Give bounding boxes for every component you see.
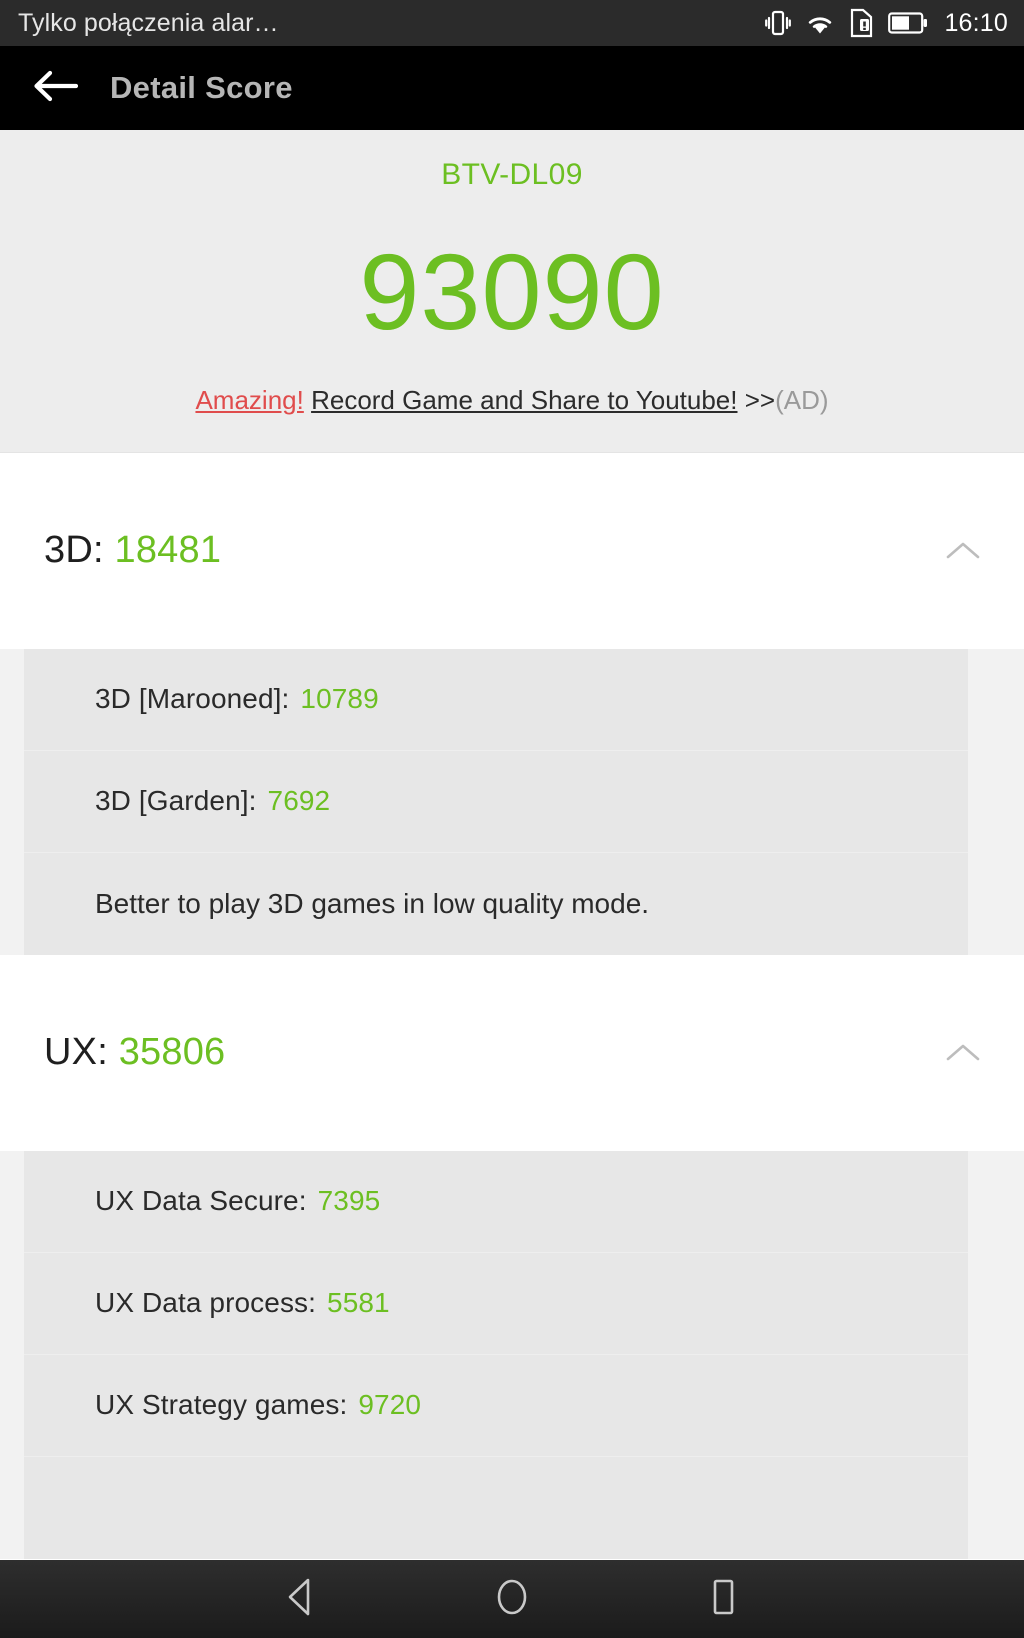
section-title-3d: 3D: 18481	[44, 529, 221, 572]
section-title-ux: UX: 35806	[44, 1031, 225, 1074]
item-value: 7395	[317, 1185, 381, 1217]
device-model-label: BTV-DL09	[441, 158, 583, 191]
section-header-ux[interactable]: UX: 35806	[0, 954, 1024, 1151]
status-bar: Tylko połączenia alar… 16:10	[0, 0, 1024, 46]
back-arrow-icon	[32, 66, 79, 111]
list-item[interactable]: UX Strategy games: 9720	[24, 1354, 968, 1457]
nav-home-icon	[492, 1575, 532, 1624]
section-header-3d[interactable]: 3D: 18481	[0, 452, 1024, 649]
section-note-3d: Better to play 3D games in low quality m…	[24, 852, 968, 955]
chevron-up-icon-ux[interactable]	[940, 1030, 986, 1076]
item-label: UX Data process:	[95, 1287, 317, 1319]
action-bar: Detail Score	[0, 46, 1024, 130]
battery-icon	[888, 11, 928, 35]
vibrate-icon	[765, 8, 792, 38]
item-value: 7692	[267, 785, 331, 817]
section-items-ux: UX Data Secure: 7395 UX Data process: 55…	[0, 1150, 1024, 1559]
ad-arrows: >>	[744, 384, 776, 415]
list-item[interactable]: UX Data Secure: 7395	[24, 1150, 968, 1253]
item-label: UX Strategy games:	[95, 1389, 348, 1421]
item-label: 3D [Marooned]:	[95, 683, 290, 715]
list-item[interactable]: 3D [Marooned]: 10789	[24, 648, 968, 751]
ad-tag-label: (AD)	[775, 384, 829, 415]
back-button[interactable]	[24, 57, 86, 119]
nav-back-icon	[282, 1576, 320, 1623]
ad-banner[interactable]: Amazing! Record Game and Share to Youtub…	[0, 385, 1024, 416]
wifi-icon	[804, 10, 836, 36]
carrier-label: Tylko połączenia alar…	[18, 8, 279, 37]
section-label-3d: 3D:	[44, 529, 104, 572]
item-value: 9720	[358, 1389, 422, 1421]
ad-body-text: Record Game and Share to Youtube!	[311, 384, 738, 415]
section-label-ux: UX:	[44, 1031, 108, 1074]
nav-home-button[interactable]	[474, 1569, 550, 1629]
total-score-value: 93090	[359, 231, 665, 352]
score-summary-panel: BTV-DL09 93090 Amazing! Record Game and …	[0, 130, 1024, 453]
item-label: 3D [Garden]:	[95, 785, 257, 817]
sim-card-alert-icon	[849, 8, 875, 38]
nav-recents-icon	[706, 1575, 740, 1624]
section-items-3d: 3D [Marooned]: 10789 3D [Garden]: 7692 B…	[0, 648, 1024, 955]
page-title: Detail Score	[110, 70, 293, 105]
phone-screen: Tylko połączenia alar… 16:10 Detail Scor…	[0, 0, 1024, 1638]
item-value: 10789	[300, 683, 379, 715]
list-item[interactable]: UX Data process: 5581	[24, 1252, 968, 1355]
nav-recents-button[interactable]	[685, 1569, 761, 1629]
section-score-ux: 35806	[118, 1031, 226, 1074]
ad-highlight-text: Amazing!	[195, 384, 304, 415]
list-item-partial[interactable]	[24, 1456, 968, 1559]
nav-back-button[interactable]	[263, 1569, 339, 1629]
section-score-3d: 18481	[114, 529, 222, 572]
list-item[interactable]: 3D [Garden]: 7692	[24, 750, 968, 853]
chevron-up-icon-3d[interactable]	[940, 528, 986, 574]
status-icons: 16:10	[765, 8, 1008, 38]
item-label: UX Data Secure:	[95, 1185, 307, 1217]
clock-label: 16:10	[944, 8, 1008, 37]
android-nav-bar	[0, 1560, 1024, 1638]
item-value: 5581	[327, 1287, 390, 1319]
